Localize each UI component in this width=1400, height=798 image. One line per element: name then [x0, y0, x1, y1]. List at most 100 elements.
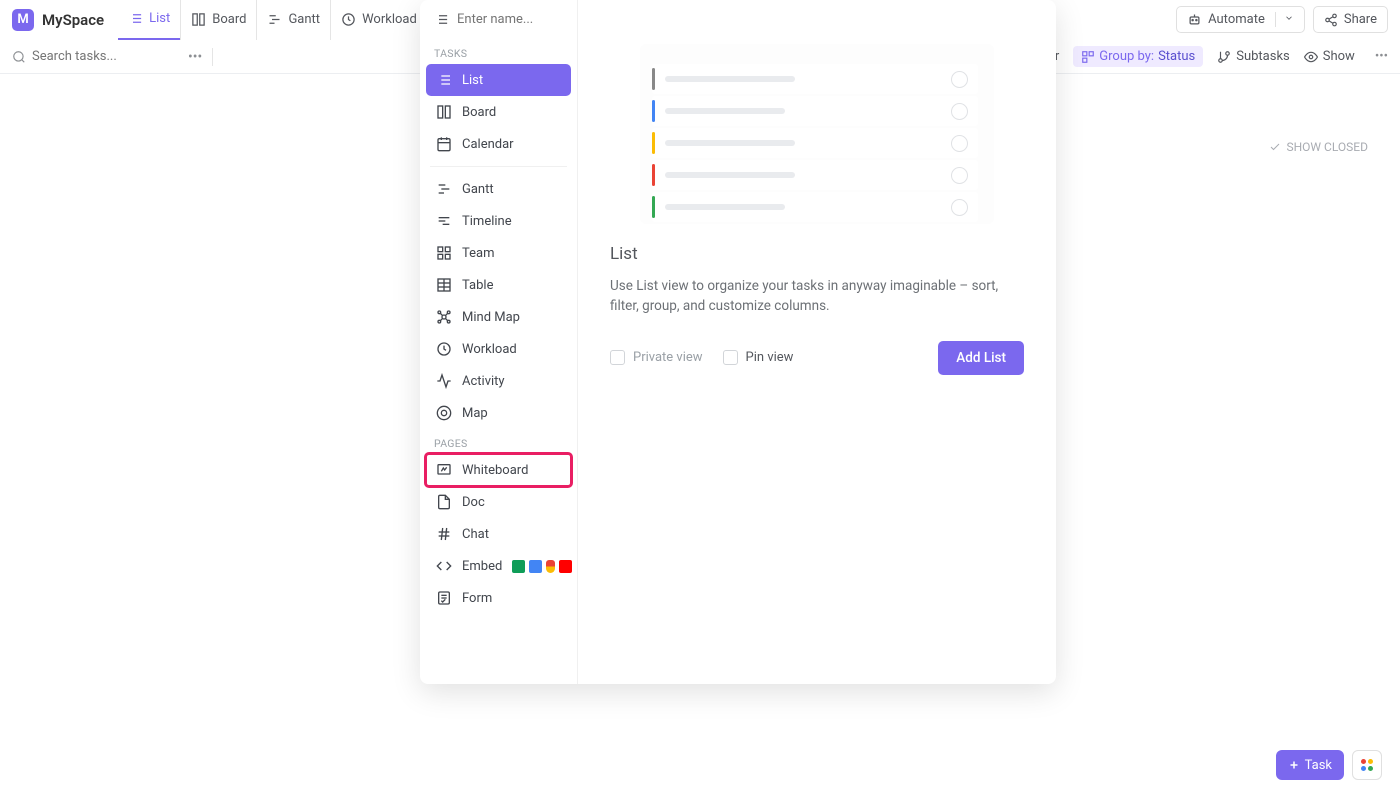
team-icon	[436, 245, 452, 261]
view-preview-panel: List Use List view to organize your task…	[578, 0, 1056, 684]
gantt-icon	[436, 181, 452, 197]
view-type-label: List	[462, 73, 483, 88]
gantt-icon	[267, 12, 282, 27]
show-closed-link[interactable]: SHOW CLOSED	[1269, 140, 1368, 154]
view-type-chat[interactable]: Chat	[426, 518, 571, 550]
view-type-timeline[interactable]: Timeline	[426, 205, 571, 237]
list-preview-graphic	[640, 44, 994, 224]
preview-footer: Private view Pin view Add List	[610, 341, 1024, 375]
space-avatar[interactable]: M	[12, 9, 34, 31]
pin-view-label: Pin view	[746, 350, 794, 365]
view-type-whiteboard[interactable]: Whiteboard	[426, 454, 571, 486]
divider	[430, 166, 567, 167]
apps-icon	[1361, 759, 1373, 771]
show-closed-label: SHOW CLOSED	[1286, 140, 1368, 154]
view-type-label: Calendar	[462, 137, 514, 152]
board-icon	[436, 104, 452, 120]
preview-description: Use List view to organize your tasks in …	[610, 276, 1024, 317]
new-task-button[interactable]: Task	[1276, 750, 1344, 780]
view-type-label: Timeline	[462, 214, 512, 229]
view-type-label: Whiteboard	[462, 463, 528, 478]
view-tab-gantt[interactable]: Gantt	[256, 0, 330, 40]
view-type-doc[interactable]: Doc	[426, 486, 571, 518]
space-name[interactable]: MySpace	[42, 11, 104, 29]
view-type-form[interactable]: Form	[426, 582, 571, 614]
form-icon	[436, 590, 452, 606]
view-type-label: Map	[462, 406, 488, 421]
show-button[interactable]: Show	[1304, 49, 1355, 64]
search-icon	[12, 50, 26, 64]
more-icon[interactable]: •••	[188, 49, 202, 65]
view-tab-workload[interactable]: Workload	[330, 0, 427, 40]
view-type-workload[interactable]: Workload	[426, 333, 571, 365]
map-icon	[436, 405, 452, 421]
workload-icon	[341, 12, 356, 27]
group-label: Group by:	[1099, 49, 1154, 64]
view-tab-board[interactable]: Board	[180, 0, 256, 40]
view-type-mindmap[interactable]: Mind Map	[426, 301, 571, 333]
view-tab-label: Board	[212, 12, 246, 27]
view-type-label: Mind Map	[462, 310, 520, 325]
toolbar-more-icon[interactable]: •••	[1375, 49, 1388, 64]
view-tab-label: Workload	[362, 12, 417, 27]
view-tab-label: Gantt	[288, 12, 320, 27]
timeline-icon	[436, 213, 452, 229]
view-type-label: Gantt	[462, 182, 494, 197]
private-view-label: Private view	[633, 350, 703, 365]
automate-button[interactable]: Automate	[1176, 6, 1305, 33]
workload-icon	[436, 341, 452, 357]
subtasks-button[interactable]: Subtasks	[1217, 49, 1290, 64]
pin-view-checkbox[interactable]	[723, 350, 738, 365]
view-type-label: Form	[462, 591, 492, 606]
view-type-label: Table	[462, 278, 493, 293]
view-type-table[interactable]: Table	[426, 269, 571, 301]
view-type-gantt[interactable]: Gantt	[426, 173, 571, 205]
subtasks-icon	[1217, 50, 1231, 64]
eye-icon	[1304, 50, 1318, 64]
view-name-field[interactable]	[420, 0, 577, 39]
add-list-button[interactable]: Add List	[938, 341, 1024, 375]
list-icon	[434, 12, 449, 27]
view-type-calendar[interactable]: Calendar	[426, 128, 571, 160]
share-label: Share	[1344, 12, 1377, 27]
whiteboard-icon	[436, 462, 452, 478]
view-type-activity[interactable]: Activity	[426, 365, 571, 397]
view-type-label: Activity	[462, 374, 505, 389]
group-by-chip[interactable]: Group by: Status	[1073, 46, 1203, 67]
share-icon	[1324, 13, 1338, 27]
view-type-label: Embed	[462, 559, 502, 574]
view-type-team[interactable]: Team	[426, 237, 571, 269]
list-icon	[128, 11, 143, 26]
share-button[interactable]: Share	[1313, 6, 1388, 33]
mindmap-icon	[436, 309, 452, 325]
group-icon	[1081, 50, 1095, 64]
automate-label: Automate	[1208, 12, 1265, 27]
calendar-icon	[436, 136, 452, 152]
pages-section-label: PAGES	[420, 429, 577, 454]
view-type-board[interactable]: Board	[426, 96, 571, 128]
tasks-section-label: TASKS	[420, 39, 577, 64]
view-tab-label: List	[149, 11, 170, 26]
search-input[interactable]	[32, 49, 152, 64]
view-type-embed[interactable]: Embed	[426, 550, 571, 582]
view-type-map[interactable]: Map	[426, 397, 571, 429]
toolbar-right: Filter Group by: Status Subtasks Show ••…	[1011, 46, 1388, 67]
robot-icon	[1187, 12, 1202, 27]
view-picker-popover: TASKS List Board Calendar Gantt	[420, 0, 1056, 684]
view-type-label: Team	[462, 246, 495, 261]
check-icon	[1269, 141, 1281, 153]
show-label: Show	[1323, 49, 1355, 64]
view-name-input[interactable]	[457, 12, 557, 27]
view-tabs: List Board Gantt Workload	[118, 0, 427, 40]
subtasks-label: Subtasks	[1236, 49, 1290, 64]
view-tab-list[interactable]: List	[118, 0, 180, 40]
private-view-checkbox[interactable]	[610, 350, 625, 365]
table-icon	[436, 277, 452, 293]
group-value: Status	[1158, 49, 1195, 64]
separator	[212, 48, 213, 66]
view-picker-sidebar: TASKS List Board Calendar Gantt	[420, 0, 578, 684]
search-wrap[interactable]	[12, 49, 182, 64]
chevron-down-icon[interactable]	[1275, 12, 1294, 27]
view-type-list[interactable]: List	[426, 64, 571, 96]
apps-button[interactable]	[1352, 750, 1382, 780]
